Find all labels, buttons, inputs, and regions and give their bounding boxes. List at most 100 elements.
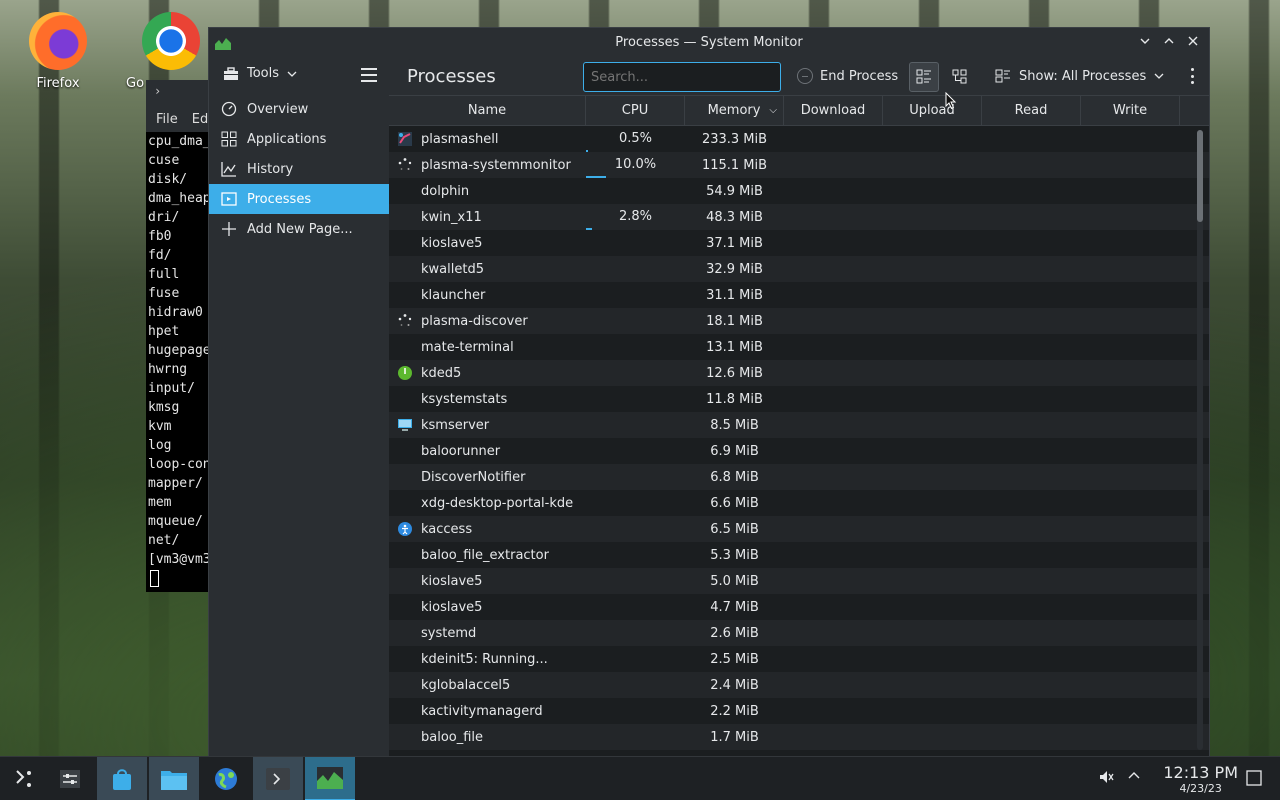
chart-icon xyxy=(221,161,237,177)
cell-name: kioslave5 xyxy=(389,235,586,251)
table-row[interactable]: kioslave5 5.0 MiB xyxy=(389,568,1209,594)
scrollbar-thumb[interactable] xyxy=(1197,130,1203,222)
cell-memory: 12.6 MiB xyxy=(706,365,763,381)
table-row[interactable]: kglobalaccel5 2.4 MiB xyxy=(389,672,1209,698)
tray-expand-icon[interactable] xyxy=(1127,769,1141,787)
hamburger-menu-icon[interactable] xyxy=(361,68,377,82)
taskbar-terminal[interactable] xyxy=(253,757,303,800)
terminal-window[interactable]: › File Ed cpu_dma_ cuse disk/dma_heap dri/fb… xyxy=(146,80,216,592)
taskbar-system-monitor[interactable] xyxy=(305,757,355,800)
table-row[interactable]: baloo_file_extractor 5.3 MiB xyxy=(389,542,1209,568)
table-row[interactable]: kioslave5 37.1 MiB xyxy=(389,230,1209,256)
sidebar-item-overview[interactable]: Overview xyxy=(209,94,389,124)
table-row[interactable]: DiscoverNotifier 6.8 MiB xyxy=(389,464,1209,490)
taskbar-browser[interactable] xyxy=(201,757,251,800)
end-process-button[interactable]: End Process xyxy=(797,68,898,84)
process-name: systemd xyxy=(421,625,477,641)
table-row[interactable]: kioslave5 4.7 MiB xyxy=(389,594,1209,620)
menu-edit[interactable]: Ed xyxy=(192,112,208,127)
table-row[interactable]: kaccess 6.5 MiB xyxy=(389,516,1209,542)
end-process-icon xyxy=(797,68,813,84)
desktop-icon-chrome[interactable]: Go xyxy=(126,4,204,91)
table-row[interactable]: kactivitymanagerd 2.2 MiB xyxy=(389,698,1209,724)
terminal-menubar: File Ed xyxy=(146,104,216,132)
table-row[interactable]: klauncher 31.1 MiB xyxy=(389,282,1209,308)
table-row[interactable]: kded5 12.6 MiB xyxy=(389,360,1209,386)
table-row[interactable]: kwalletd5 32.9 MiB xyxy=(389,256,1209,282)
table-row[interactable]: baloorunner 6.9 MiB xyxy=(389,438,1209,464)
terminal-titlebar[interactable]: › xyxy=(146,80,216,104)
table-row[interactable]: plasmashell 0.5% 233.3 MiB xyxy=(389,126,1209,152)
blank-app-icon xyxy=(397,651,413,667)
taskbar: 12:13 PM 4/23/23 xyxy=(0,756,1280,800)
cell-name: kactivitymanagerd xyxy=(389,703,586,719)
cell-cpu xyxy=(586,230,685,256)
sidebar-toolbar: Tools xyxy=(209,58,389,94)
table-row[interactable]: ksystemstats 11.8 MiB xyxy=(389,386,1209,412)
sidebar-item-add-page[interactable]: Add New Page... xyxy=(209,214,389,244)
cell-cpu: 10.0% xyxy=(586,152,685,178)
close-button[interactable] xyxy=(1183,32,1203,54)
sidebar-item-applications[interactable]: Applications xyxy=(209,124,389,154)
table-row[interactable]: ksmserver 8.5 MiB xyxy=(389,412,1209,438)
tree-view-button[interactable] xyxy=(945,62,975,92)
table-row[interactable]: baloo_file 1.7 MiB xyxy=(389,724,1209,750)
taskbar-discover[interactable] xyxy=(97,757,147,800)
blank-app-icon xyxy=(397,209,413,225)
more-options-icon[interactable] xyxy=(1191,68,1195,84)
terminal-line: full xyxy=(148,267,180,282)
cell-name: baloo_file_extractor xyxy=(389,547,586,563)
table-row[interactable]: dolphin 54.9 MiB xyxy=(389,178,1209,204)
tools-button[interactable]: Tools xyxy=(223,66,297,81)
column-header-name[interactable]: Name xyxy=(389,96,586,126)
menu-file[interactable]: File xyxy=(156,112,178,127)
process-name: ksmserver xyxy=(421,417,490,433)
sidebar-item-processes[interactable]: Processes xyxy=(209,184,389,214)
list-view-button[interactable] xyxy=(909,62,939,92)
taskbar-dolphin[interactable] xyxy=(149,757,199,800)
cell-name: kioslave5 xyxy=(389,573,586,589)
desktop-icon-firefox[interactable]: Firefox xyxy=(18,4,98,91)
cell-name: systemd xyxy=(389,625,586,641)
cell-name: DiscoverNotifier xyxy=(389,469,586,485)
terminal-line: [vm3@vm3 xyxy=(148,552,211,567)
sidebar-item-history[interactable]: History xyxy=(209,154,389,184)
chevron-right-icon[interactable]: › xyxy=(154,84,161,98)
green-app-icon xyxy=(397,365,413,381)
maximize-button[interactable] xyxy=(1159,32,1179,54)
blank-app-icon xyxy=(397,599,413,615)
terminal-line: disk/ xyxy=(148,172,188,187)
column-header-download[interactable]: Download xyxy=(784,96,883,126)
table-row[interactable]: plasma-systemmonitor 10.0% 115.1 MiB xyxy=(389,152,1209,178)
blank-app-icon xyxy=(397,235,413,251)
terminal-line: mapper/ xyxy=(148,476,203,491)
table-row[interactable]: kdeinit5: Running... 2.5 MiB xyxy=(389,646,1209,672)
folder-icon xyxy=(161,771,187,790)
show-desktop-icon[interactable] xyxy=(1246,770,1262,790)
show-filter-dropdown[interactable]: Show: All Processes xyxy=(995,68,1164,84)
table-row[interactable]: systemd 2.6 MiB xyxy=(389,620,1209,646)
window-titlebar[interactable]: Processes — System Monitor xyxy=(209,28,1209,58)
cell-cpu xyxy=(586,542,685,568)
table-row[interactable]: mate-terminal 13.1 MiB xyxy=(389,334,1209,360)
column-header-read[interactable]: Read xyxy=(982,96,1081,126)
volume-muted-icon[interactable] xyxy=(1098,769,1114,789)
list-view-icon xyxy=(916,69,931,84)
column-header-write[interactable]: Write xyxy=(1081,96,1180,126)
search-input[interactable] xyxy=(583,62,781,92)
cpu-value: 0.5% xyxy=(618,131,653,146)
table-row[interactable]: xdg-desktop-portal-kde 6.6 MiB xyxy=(389,490,1209,516)
vertical-scrollbar[interactable] xyxy=(1197,130,1203,750)
terminal-output[interactable]: cpu_dma_ cuse disk/dma_heap dri/fb0 fd/full f… xyxy=(146,132,216,588)
minimize-button[interactable] xyxy=(1135,32,1155,54)
blank-app-icon xyxy=(397,625,413,641)
taskbar-settings[interactable] xyxy=(45,757,95,800)
cell-name: kwalletd5 xyxy=(389,261,586,277)
table-row[interactable]: plasma-discover 18.1 MiB xyxy=(389,308,1209,334)
application-launcher[interactable] xyxy=(0,757,50,800)
column-header-memory[interactable]: Memory ⌵ xyxy=(685,96,784,126)
column-header-upload[interactable]: Upload xyxy=(883,96,982,126)
table-row[interactable]: kwin_x11 2.8% 48.3 MiB xyxy=(389,204,1209,230)
column-header-cpu[interactable]: CPU xyxy=(586,96,685,126)
clock[interactable]: 12:13 PM 4/23/23 xyxy=(1163,763,1238,795)
